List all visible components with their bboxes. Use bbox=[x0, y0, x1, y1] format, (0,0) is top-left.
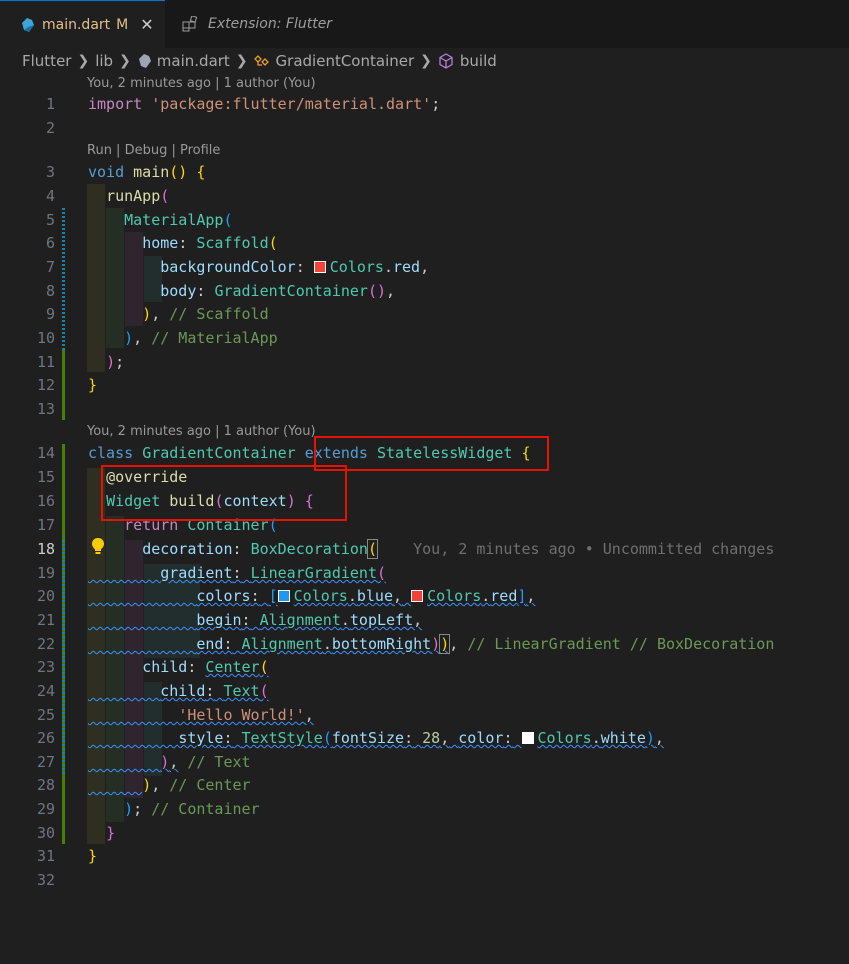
code-line-22[interactable]: end: Alignment.bottomRight)), // LinearG… bbox=[88, 634, 774, 654]
line-number: 23 bbox=[36, 658, 55, 676]
code-line-6[interactable]: home: Scaffold( bbox=[88, 234, 277, 252]
line-number: 32 bbox=[36, 871, 55, 889]
code-line-19[interactable]: gradient: LinearGradient( bbox=[88, 564, 386, 582]
close-icon[interactable]: ✕ bbox=[140, 15, 153, 34]
line-number: 26 bbox=[36, 729, 55, 747]
code-line-3[interactable]: void main() { bbox=[88, 163, 205, 181]
line-number: 31 bbox=[36, 847, 55, 865]
chevron-right-icon: ❯ bbox=[420, 53, 432, 69]
indent-guide bbox=[106, 208, 124, 348]
line-number: 27 bbox=[36, 753, 55, 771]
code-line-23[interactable]: child: Center( bbox=[88, 658, 268, 676]
breadcrumb-label: GradientContainer bbox=[275, 52, 415, 70]
blue-color-swatch[interactable] bbox=[277, 590, 290, 602]
line-number: 2 bbox=[45, 119, 55, 137]
line-number: 6 bbox=[45, 234, 55, 252]
breadcrumb: Flutter ❯ lib ❯ main.dart ❯ GradientCont… bbox=[0, 48, 849, 74]
line-number: 16 bbox=[36, 492, 55, 510]
code-line-11[interactable]: ); bbox=[88, 353, 124, 371]
line-number: 7 bbox=[45, 258, 55, 276]
breadcrumb-main-dart[interactable]: main.dart bbox=[137, 52, 230, 70]
code-line-28[interactable]: ), // Center bbox=[88, 776, 250, 794]
line-number: 30 bbox=[36, 824, 55, 842]
inline-blame: You, 2 minutes ago • Uncommitted changes bbox=[413, 540, 775, 558]
line-number: 29 bbox=[36, 800, 55, 818]
method-icon bbox=[439, 53, 453, 69]
line-number: 1 bbox=[45, 95, 55, 113]
code-line-8[interactable]: body: GradientContainer(), bbox=[88, 282, 395, 300]
class-icon bbox=[253, 55, 269, 66]
line-number-current: 18 bbox=[36, 540, 55, 558]
code-line-1[interactable]: import 'package:flutter/material.dart'; bbox=[88, 95, 440, 113]
code-line-21[interactable]: begin: Alignment.topLeft, bbox=[88, 611, 422, 629]
tab-title: main.dart bbox=[42, 16, 111, 33]
line-number: 12 bbox=[36, 376, 55, 394]
breadcrumb-label: build bbox=[459, 52, 497, 70]
tab-extension-flutter[interactable]: Extension: Flutter bbox=[166, 0, 346, 48]
code-line-7[interactable]: backgroundColor: Colors.red, bbox=[88, 258, 429, 276]
code-line-18[interactable]: decoration: BoxDecoration( You, 2 minute… bbox=[88, 539, 775, 559]
git-added-marker[interactable] bbox=[62, 350, 65, 420]
highlight-box-extends bbox=[314, 436, 549, 471]
code-line-20[interactable]: colors: [Colors.blue, Colors.red], bbox=[88, 587, 535, 605]
codelens-run[interactable]: Run | Debug | Profile bbox=[87, 143, 220, 158]
git-modified-marker[interactable] bbox=[62, 208, 65, 350]
code-line-25[interactable]: 'Hello World!', bbox=[88, 706, 313, 724]
code-line-30[interactable]: } bbox=[88, 824, 115, 842]
code-line-31[interactable]: } bbox=[88, 847, 97, 865]
breadcrumb-build[interactable]: build bbox=[438, 52, 497, 70]
breadcrumb-gradient-container[interactable]: GradientContainer bbox=[253, 52, 415, 70]
line-number: 28 bbox=[36, 776, 55, 794]
breadcrumb-lib[interactable]: lib bbox=[95, 52, 113, 70]
highlight-box-build bbox=[101, 465, 347, 521]
white-color-swatch[interactable] bbox=[521, 732, 534, 744]
dart-icon bbox=[22, 17, 34, 32]
tab-main-dart[interactable]: main.dart M ✕ bbox=[0, 0, 165, 48]
line-number: 4 bbox=[45, 187, 55, 205]
git-modified-marker[interactable] bbox=[62, 540, 65, 776]
line-number: 10 bbox=[36, 329, 55, 347]
line-number: 13 bbox=[36, 400, 55, 418]
lightbulb-icon[interactable] bbox=[90, 537, 106, 559]
line-number: 20 bbox=[36, 587, 55, 605]
line-number: 9 bbox=[45, 305, 55, 323]
line-number: 21 bbox=[36, 611, 55, 629]
code-line-12[interactable]: } bbox=[88, 376, 97, 394]
breadcrumb-flutter[interactable]: Flutter bbox=[22, 52, 71, 70]
line-number: 25 bbox=[36, 706, 55, 724]
extension-icon bbox=[182, 16, 198, 32]
line-number: 14 bbox=[36, 444, 55, 462]
line-number: 5 bbox=[45, 211, 55, 229]
chevron-right-icon: ❯ bbox=[235, 53, 248, 69]
red-color-swatch[interactable] bbox=[313, 261, 326, 273]
codelens-author[interactable]: You, 2 minutes ago | 1 author (You) bbox=[87, 424, 316, 439]
line-number: 11 bbox=[36, 353, 55, 371]
code-line-27[interactable]: ), // Text bbox=[88, 753, 250, 771]
line-number: 24 bbox=[36, 682, 55, 700]
breadcrumb-label: main.dart bbox=[156, 52, 230, 70]
line-number: 17 bbox=[36, 516, 55, 534]
dart-icon bbox=[138, 54, 151, 68]
code-line-24[interactable]: child: Text( bbox=[88, 682, 268, 700]
code-line-29[interactable]: ); // Container bbox=[88, 800, 259, 818]
codelens-author[interactable]: You, 2 minutes ago | 1 author (You) bbox=[87, 76, 316, 91]
code-line-9[interactable]: ), // Scaffold bbox=[88, 305, 268, 323]
modified-badge: M bbox=[116, 16, 129, 33]
code-line-5[interactable]: MaterialApp( bbox=[88, 211, 232, 229]
line-number: 8 bbox=[45, 282, 55, 300]
red-color-swatch[interactable] bbox=[411, 590, 424, 602]
code-editor[interactable]: You, 2 minutes ago | 1 author (You) Run … bbox=[0, 74, 849, 964]
line-number: 22 bbox=[36, 635, 55, 653]
line-number: 15 bbox=[36, 468, 55, 486]
code-line-26[interactable]: style: TextStyle(fontSize: 28, color: Co… bbox=[88, 729, 664, 747]
code-line-10[interactable]: ), // MaterialApp bbox=[88, 329, 278, 347]
tab-title: Extension: Flutter bbox=[208, 16, 333, 32]
chevron-right-icon: ❯ bbox=[77, 53, 90, 69]
editor-tab-bar: main.dart M ✕ Extension: Flutter bbox=[0, 0, 849, 49]
line-number: 19 bbox=[36, 564, 55, 582]
line-number: 3 bbox=[45, 163, 55, 181]
code-line-4[interactable]: runApp( bbox=[88, 187, 169, 205]
chevron-right-icon: ❯ bbox=[119, 53, 131, 69]
